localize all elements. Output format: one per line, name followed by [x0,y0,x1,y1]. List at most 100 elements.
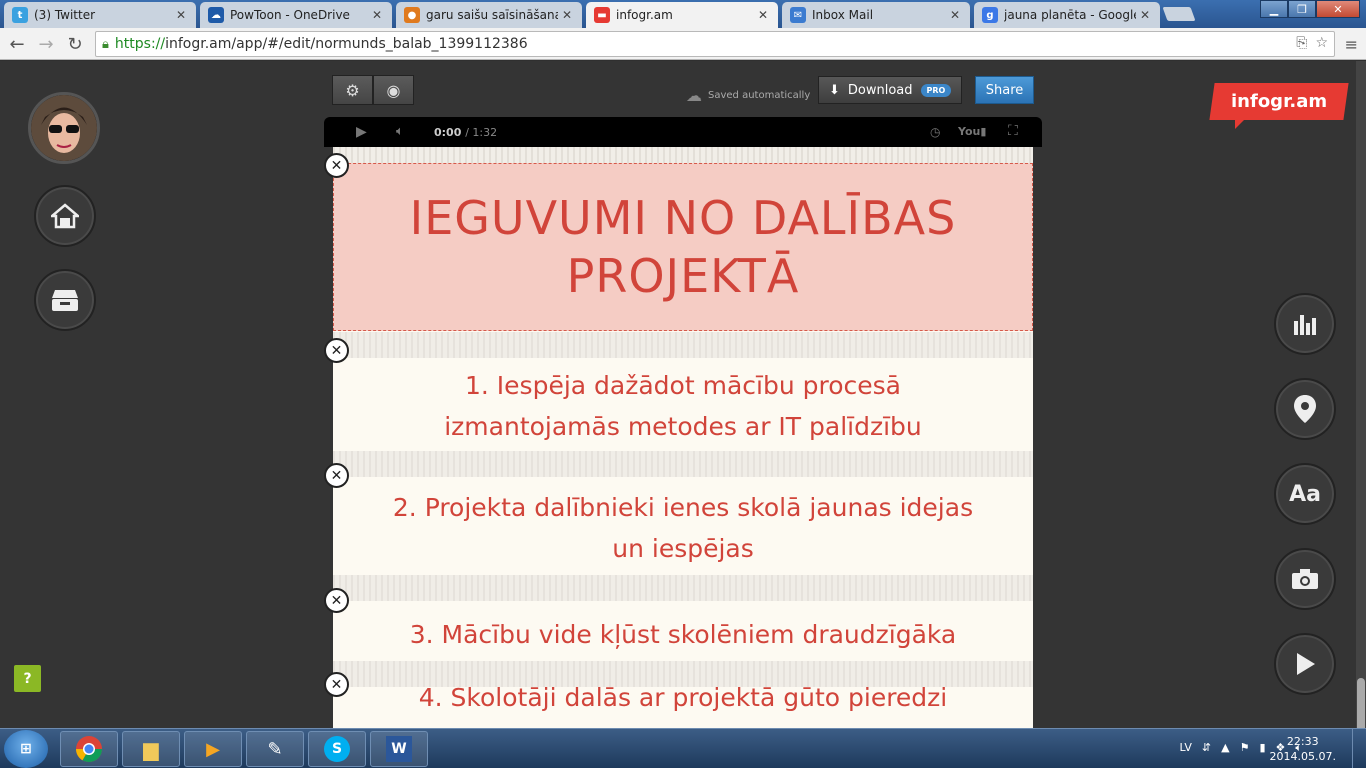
tray-expand-icon[interactable]: ▲ [1221,741,1229,755]
minimize-icon[interactable]: ▁ [1260,0,1288,18]
tab-twitter[interactable]: t (3) Twitter ✕ [4,2,196,28]
infogram-icon: ▬ [594,7,610,23]
video-time: 0:00 / 1:32 [434,126,497,139]
tab-title: jauna planēta - Google me [1004,8,1136,22]
folder-icon: ▆ [143,737,159,761]
add-map-button[interactable] [1274,378,1336,440]
settings-button[interactable]: ⚙ [332,75,373,105]
eye-icon: ◉ [386,80,401,100]
menu-icon[interactable]: ≡ [1345,35,1358,54]
browser-tabstrip: t (3) Twitter ✕ ☁ PowToon - OneDrive ✕ ●… [0,0,1366,28]
cloud-icon: ☁ [686,86,702,105]
taskbar-skype[interactable]: S [308,731,366,767]
browser-toolbar: ← → ↻ 🔒︎ https:// infogr.am/app/#/edit/n… [0,28,1366,60]
help-button[interactable]: ? [14,665,41,692]
maximize-icon[interactable]: ❐ [1288,0,1316,18]
skype-icon: S [324,736,350,762]
editor-toolbar: ⚙ ◉ [332,75,414,105]
tab-infogram[interactable]: ▬ infogr.am ✕ [586,2,778,28]
language-indicator[interactable]: LV [1179,741,1191,755]
clock[interactable]: 22:33 2014.05.07. [1270,734,1336,764]
home-button[interactable] [34,185,96,247]
star-icon[interactable]: ☆ [1315,35,1328,51]
volume-icon[interactable]: 🔈︎ [396,124,404,139]
tab-title: PowToon - OneDrive [230,8,350,22]
add-image-button[interactable] [1274,548,1336,610]
tools-icon: ✎ [267,738,283,760]
home-icon [51,203,79,229]
title-block[interactable]: IEGUVUMI NO DALĪBAS PROJEKTĀ [333,163,1033,331]
close-icon: ✕ [330,157,343,174]
start-button[interactable]: ⊞ [4,730,48,768]
show-desktop-button[interactable] [1352,729,1366,768]
delete-element-button[interactable]: ✕ [324,672,349,697]
tab-google[interactable]: g jauna planēta - Google me ✕ [974,2,1160,28]
save-status: ☁ Saved automatically [686,86,810,105]
add-chart-button[interactable] [1274,293,1336,355]
close-icon: ✕ [330,467,343,484]
youtube-icon[interactable]: You▮ [958,125,986,138]
add-text-button[interactable]: Aa [1274,463,1336,525]
forward-icon[interactable]: → [35,33,57,55]
top-pattern-strip [333,147,1033,163]
pattern-divider [333,332,1033,358]
delete-element-button[interactable]: ✕ [324,463,349,488]
taskbar-word[interactable]: W [370,731,428,767]
tab-title: (3) Twitter [34,8,96,22]
close-icon[interactable]: ✕ [562,8,574,22]
url-path: infogr.am/app/#/edit/normunds_balab_1399… [165,36,528,52]
save-status-text: Saved automatically [708,90,811,101]
close-icon[interactable]: ✕ [1140,8,1152,22]
pattern-divider [333,451,1033,477]
taskbar-media[interactable]: ▶ [184,731,242,767]
close-window-icon[interactable]: ✕ [1316,0,1360,18]
delete-element-button[interactable]: ✕ [324,338,349,363]
close-icon: ✕ [330,676,343,693]
battery-icon[interactable]: ▮ [1259,741,1265,755]
current-time: 0:00 [434,126,462,139]
tab-inbox[interactable]: ✉ Inbox Mail ✕ [782,2,970,28]
infogram-logo[interactable]: infogr.am [1209,83,1349,120]
logo-tail [1235,117,1247,129]
avatar[interactable] [28,92,100,164]
close-icon[interactable]: ✕ [372,8,384,22]
list-item[interactable]: 2. Projekta dalībnieki ienes skolā jauna… [333,483,1033,573]
address-bar[interactable]: 🔒︎ https:// infogr.am/app/#/edit/normund… [95,31,1335,57]
reload-icon[interactable]: ↻ [64,33,86,55]
close-icon[interactable]: ✕ [758,8,770,22]
gear-icon: ⚙ [345,80,360,100]
back-icon[interactable]: ← [6,33,28,55]
lock-icon: 🔒︎ [102,36,109,52]
list-item[interactable]: 1. Iespēja dažādot mācību procesā izmant… [333,361,1033,451]
taskbar-explorer[interactable]: ▆ [122,731,180,767]
clock-icon[interactable]: ◷ [930,125,940,139]
infogram-editor: ? ⚙ ◉ ☁ Saved automatically ⬇ Download P… [0,61,1356,728]
translate-icon[interactable]: ⎘ [1296,35,1307,51]
preview-button[interactable]: ◉ [373,75,414,105]
share-button[interactable]: Share [975,76,1034,104]
new-tab-button[interactable] [1162,7,1196,21]
download-button[interactable]: ⬇ Download PRO [818,76,962,104]
tab-onedrive[interactable]: ☁ PowToon - OneDrive ✕ [200,2,392,28]
page-scrollbar[interactable] [1356,61,1366,768]
taskbar-chrome[interactable] [60,731,118,767]
title-line-1: IEGUVUMI NO DALĪBAS [409,191,957,245]
library-button[interactable] [34,269,96,331]
tab-title: infogr.am [616,8,673,22]
chart-icon [1294,315,1316,335]
tab-link-shortener[interactable]: ● garu saišu saīsināšanas se ✕ [396,2,582,28]
play-video-icon[interactable]: ▶ [356,124,367,140]
network-icon[interactable]: ⇵ [1202,741,1211,755]
flag-icon[interactable]: ⚑ [1240,741,1250,755]
taskbar-tools[interactable]: ✎ [246,731,304,767]
clock-date: 2014.05.07. [1269,750,1336,763]
close-icon[interactable]: ✕ [950,8,962,22]
delete-element-button[interactable]: ✕ [324,588,349,613]
delete-element-button[interactable]: ✕ [324,153,349,178]
brand-text: infogr.am [1230,91,1328,112]
close-icon[interactable]: ✕ [176,8,188,22]
list-item[interactable]: 4. Skolotāji dalās ar projektā gūto pier… [333,683,1033,728]
list-item[interactable]: 3. Mācību vide kļūst skolēniem draudzīgā… [333,609,1033,659]
add-video-button[interactable] [1274,633,1336,695]
fullscreen-icon[interactable]: ⛶ [1008,123,1018,139]
